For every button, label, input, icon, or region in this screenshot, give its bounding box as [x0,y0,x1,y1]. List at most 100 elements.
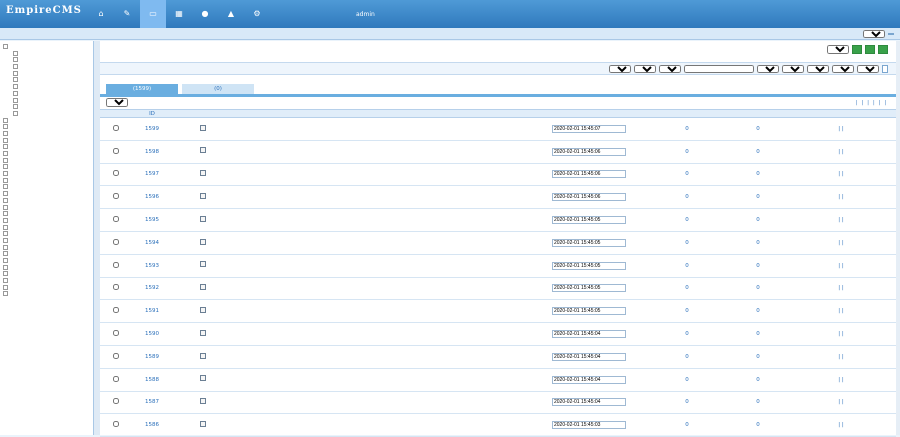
subnav-button[interactable] [888,33,894,35]
edit-icon[interactable] [200,398,206,405]
row-comments[interactable]: 0 [730,240,786,246]
row-comments[interactable]: 0 [730,422,786,428]
row-checkbox[interactable] [113,216,119,223]
row-id[interactable]: 1589 [132,354,172,360]
row-time-input[interactable] [552,398,626,407]
edit-icon[interactable] [200,284,206,291]
add-info-button[interactable] [852,45,862,54]
edit-icon[interactable] [200,352,206,359]
edit-icon[interactable] [200,215,206,222]
sidebar-item-23[interactable] [3,197,90,205]
sidebar-item-1[interactable] [3,50,90,58]
row-checkbox[interactable] [113,124,119,131]
row-clicks[interactable]: 0 [644,422,730,428]
sidebar-item-3[interactable] [3,64,90,71]
sidebar-item-0[interactable] [3,44,90,51]
row-clicks[interactable]: 0 [644,240,730,246]
edit-icon[interactable] [200,261,206,268]
nav-item-2[interactable]: ▭ [140,0,166,28]
row-time-input[interactable] [552,421,626,430]
row-time-input[interactable] [552,330,626,339]
row-clicks[interactable]: 0 [644,126,730,132]
row-clicks[interactable]: 0 [644,331,730,337]
row-time-input[interactable] [552,352,626,361]
search-select-2[interactable] [634,64,656,73]
nav-item-5[interactable]: ▲ [218,0,244,28]
row-checkbox[interactable] [113,375,119,382]
row-time-input[interactable] [552,284,626,293]
sidebar-item-2[interactable] [3,57,90,64]
sidebar-item-26[interactable] [3,217,90,225]
row-comments[interactable]: 0 [730,149,786,155]
row-checkbox[interactable] [113,398,119,405]
sidebar-item-14[interactable] [3,137,90,145]
sort-select[interactable] [106,98,128,107]
search-input[interactable] [684,64,754,73]
sidebar-item-19[interactable] [3,171,90,178]
row-time-input[interactable] [552,216,626,225]
nav-item-3[interactable]: ▦ [166,0,192,28]
edit-icon[interactable] [200,124,206,131]
row-comments[interactable]: 0 [730,171,786,177]
sidebar-item-5[interactable] [3,77,90,84]
refresh-all-button[interactable] [878,45,888,54]
row-checkbox[interactable] [113,330,119,337]
row-time-input[interactable] [552,261,626,270]
row-time-input[interactable] [552,307,626,316]
sidebar-item-8[interactable] [3,97,90,105]
row-comments[interactable]: 0 [730,126,786,132]
nav-item-1[interactable]: ✎ [114,0,140,28]
sidebar-item-30[interactable] [3,244,90,252]
row-id[interactable]: 1599 [132,126,172,132]
row-id[interactable]: 1595 [132,217,172,223]
row-time-input[interactable] [552,193,626,202]
row-time-input[interactable] [552,375,626,384]
search-select-1[interactable] [609,64,631,73]
row-id[interactable]: 1598 [132,149,172,155]
sidebar-item-7[interactable] [3,90,90,98]
sidebar-item-25[interactable] [3,211,90,218]
row-clicks[interactable]: 0 [644,377,730,383]
sidebar-item-28[interactable] [3,231,90,238]
row-time-input[interactable] [552,170,626,179]
row-id[interactable]: 1591 [132,308,172,314]
edit-icon[interactable] [200,329,206,336]
row-comments[interactable]: 0 [730,263,786,269]
row-id[interactable]: 1594 [132,240,172,246]
nav-item-0[interactable]: ⌂ [88,0,114,28]
row-clicks[interactable]: 0 [644,399,730,405]
row-comments[interactable]: 0 [730,285,786,291]
row-checkbox[interactable] [113,170,119,177]
row-time-input[interactable] [552,124,626,133]
vertical-scrollbar[interactable] [896,41,900,435]
sidebar-item-37[interactable] [3,291,90,298]
edit-icon[interactable] [200,147,206,154]
sidebar-item-15[interactable] [3,144,90,151]
edit-icon[interactable] [200,170,206,177]
tab-pending[interactable]: (0) [182,84,254,94]
sidebar-item-10[interactable] [3,110,90,118]
row-clicks[interactable]: 0 [644,354,730,360]
row-checkbox[interactable] [113,352,119,359]
sidebar-item-32[interactable] [3,258,90,265]
refresh-button[interactable] [865,45,875,54]
row-comments[interactable]: 0 [730,377,786,383]
sidebar-item-31[interactable] [3,251,90,258]
row-id[interactable]: 1597 [132,171,172,177]
actions-select[interactable] [827,45,849,54]
sidebar-item-20[interactable] [3,177,90,185]
row-checkbox[interactable] [113,284,119,291]
row-id[interactable]: 1587 [132,399,172,405]
edit-icon[interactable] [200,375,206,382]
row-checkbox[interactable] [113,421,119,428]
edit-icon[interactable] [200,307,206,314]
sidebar-item-36[interactable] [3,284,90,292]
sidebar-item-17[interactable] [3,157,90,165]
nav-item-4[interactable]: ● [192,0,218,28]
sidebar-item-11[interactable] [3,117,90,125]
row-id[interactable]: 1593 [132,263,172,269]
tab-published[interactable]: (1599) [106,84,178,94]
row-clicks[interactable]: 0 [644,194,730,200]
row-checkbox[interactable] [113,261,119,268]
sidebar-item-22[interactable] [3,191,90,198]
